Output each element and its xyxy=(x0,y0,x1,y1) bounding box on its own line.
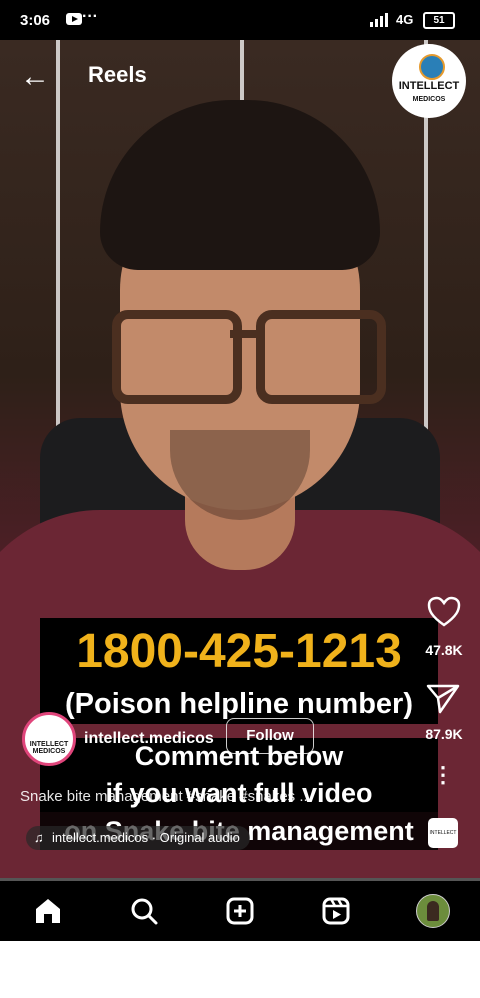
avatar-text: INTELLECT MEDICOS xyxy=(29,741,69,755)
heart-icon xyxy=(427,596,461,627)
brain-head-icon xyxy=(419,54,445,80)
youtube-notification-icon xyxy=(66,13,82,25)
glasses-left-lens xyxy=(112,310,242,404)
follow-button[interactable]: Follow xyxy=(226,718,314,754)
brand-line1: INTELLECT xyxy=(398,80,460,92)
profile-avatar[interactable] xyxy=(416,894,450,928)
home-icon xyxy=(36,899,60,923)
helpline-phone-number: 1800-425-1213 xyxy=(40,618,438,686)
page-title: Reels xyxy=(88,62,147,87)
signal-icon xyxy=(370,13,388,27)
like-button[interactable] xyxy=(424,596,464,633)
audio-label: intellect.medicos · Original audio xyxy=(52,830,240,845)
status-bar: 3:06 ··· 4G 51 xyxy=(0,0,480,40)
brand-line2: MEDICOS xyxy=(412,96,446,103)
reels-icon xyxy=(322,897,350,925)
brand-watermark-logo: INTELLECT MEDICOS xyxy=(392,44,466,118)
audio-attribution[interactable]: ♫ intellect.medicos · Original audio xyxy=(26,826,250,850)
person-hair xyxy=(100,100,380,270)
account-username[interactable]: intellect.medicos xyxy=(84,730,214,748)
reels-tab[interactable] xyxy=(320,895,352,927)
account-avatar[interactable]: INTELLECT MEDICOS xyxy=(22,712,76,766)
post-caption[interactable]: Snake bite management #snake #snakes ... xyxy=(20,788,312,805)
create-icon xyxy=(226,897,254,925)
search-icon xyxy=(131,898,158,925)
more-notifications-icon: ··· xyxy=(82,8,98,25)
battery-icon: 51 xyxy=(423,12,455,29)
share-count: 87.9K xyxy=(425,726,463,742)
paper-plane-icon xyxy=(426,684,460,714)
back-arrow-icon[interactable]: ← xyxy=(20,62,50,92)
music-note-icon: ♫ xyxy=(34,830,44,845)
more-options-icon[interactable]: ⋮ xyxy=(432,764,454,786)
share-button[interactable] xyxy=(426,682,460,719)
home-tab[interactable] xyxy=(32,895,64,927)
like-count: 47.8K xyxy=(425,642,463,658)
glasses-right-lens xyxy=(256,310,386,404)
create-tab[interactable] xyxy=(224,895,256,927)
status-time: 3:06 xyxy=(20,12,51,29)
glasses-bridge xyxy=(230,330,260,338)
search-tab[interactable] xyxy=(128,895,160,927)
audio-thumbnail[interactable]: INTELLECT xyxy=(428,818,458,848)
network-type: 4G xyxy=(396,12,414,27)
bottom-nav xyxy=(0,881,480,941)
